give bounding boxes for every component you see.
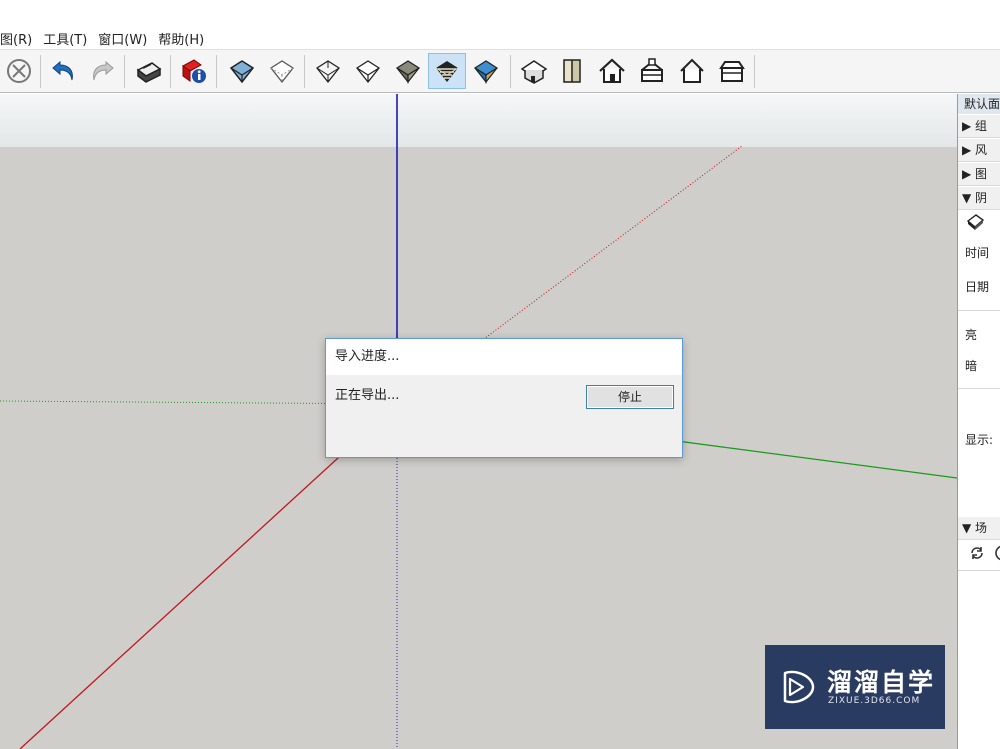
hidden-line-style-icon [356, 60, 380, 84]
watermark: 溜溜自学 ZIXUE.3D66.COM [765, 645, 945, 729]
undo-icon [52, 60, 73, 81]
light-label: 亮 [965, 328, 978, 342]
right-view-button[interactable] [636, 55, 668, 87]
right-view-icon [641, 58, 663, 82]
add-scene-icon[interactable] [994, 544, 1000, 565]
shaded-textures-style-button[interactable] [428, 53, 466, 89]
menu-bar: 图(R) 工具(T) 窗口(W) 帮助(H) [0, 27, 1000, 49]
print-button[interactable] [132, 55, 164, 87]
back-edges-style-button[interactable] [266, 55, 298, 87]
tray-section-styles[interactable]: ▶ 风 [958, 139, 1000, 162]
play-logo-icon [783, 670, 815, 704]
back-edges-style-icon [270, 60, 294, 84]
shaded-style-icon [395, 60, 421, 84]
redo-button[interactable] [86, 55, 118, 87]
tray-section-layers[interactable]: ▶ 图 [958, 163, 1000, 186]
menu-view[interactable]: 图(R) [0, 29, 32, 48]
watermark-text: 溜溜自学 [827, 668, 936, 697]
stop-button[interactable]: 停止 [586, 385, 674, 409]
dark-label: 暗 [965, 359, 978, 373]
left-view-button[interactable] [716, 55, 748, 87]
iso-view-icon [520, 60, 548, 84]
xray-style-button[interactable] [226, 55, 258, 87]
import-progress-dialog: 导入进度... 正在导出... 停止 [325, 338, 683, 458]
cancel-button[interactable] [3, 55, 35, 87]
monochrome-style-icon [473, 60, 499, 84]
print-icon [136, 62, 162, 83]
tray-title: 默认面 [958, 94, 1000, 114]
tray-section-scenes[interactable]: ▼ 场 [958, 517, 1000, 540]
time-label: 时间 [965, 246, 990, 260]
redo-icon [93, 60, 114, 81]
menu-tools[interactable]: 工具(T) [43, 29, 87, 48]
menu-help[interactable]: 帮助(H) [158, 29, 204, 48]
iso-view-button[interactable] [518, 55, 550, 87]
front-view-button[interactable] [596, 55, 628, 87]
wireframe-style-button[interactable] [312, 55, 344, 87]
watermark-url: ZIXUE.3D66.COM [828, 696, 921, 706]
xray-style-icon [229, 60, 255, 84]
menu-window[interactable]: 窗口(W) [98, 29, 147, 48]
shaded-textures-style-icon [435, 61, 459, 82]
default-tray: 默认面 ▶ 组 ▶ 风 ▶ 图 ▼ 阴 时间 日期 亮 暗 显示: ▼ 场 [957, 94, 1000, 749]
front-view-icon [599, 58, 625, 83]
toolbar [0, 49, 1000, 93]
dialog-title: 导入进度... [326, 339, 682, 375]
back-view-button[interactable] [676, 55, 708, 87]
tray-section-shadows[interactable]: ▼ 阴 [958, 187, 1000, 210]
monochrome-style-button[interactable] [470, 55, 502, 87]
model-info-icon [182, 59, 206, 83]
left-view-icon [719, 61, 745, 82]
wireframe-style-icon [316, 60, 340, 84]
refresh-icon[interactable] [968, 544, 986, 565]
model-info-button[interactable] [178, 55, 210, 87]
dialog-message: 正在导出... [335, 388, 400, 403]
tray-section-components[interactable]: ▶ 组 [958, 115, 1000, 138]
date-label: 日期 [965, 280, 990, 294]
shaded-style-button[interactable] [392, 55, 424, 87]
shadow-icon[interactable] [965, 212, 985, 235]
cancel-icon [7, 59, 31, 83]
undo-button[interactable] [48, 55, 80, 87]
back-view-icon [680, 58, 704, 83]
hidden-line-style-button[interactable] [352, 55, 384, 87]
top-view-button[interactable] [556, 55, 588, 87]
display-label: 显示: [965, 433, 994, 447]
top-view-icon [563, 59, 581, 83]
